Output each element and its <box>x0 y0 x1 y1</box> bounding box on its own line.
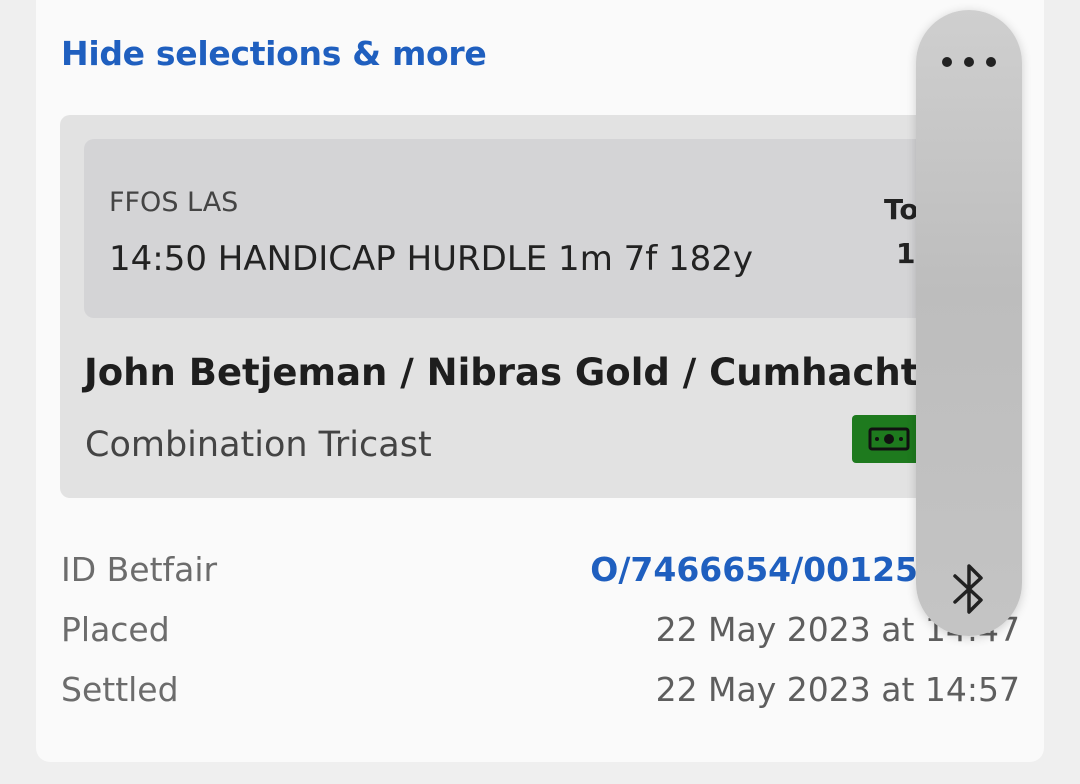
bet-type: Combination Tricast <box>85 425 432 465</box>
race-info-box: FFOS LAS 14:50 HANDICAP HURDLE 1m 7f 182… <box>84 139 940 318</box>
cash-icon <box>868 427 910 451</box>
bet-details-box: FFOS LAS 14:50 HANDICAP HURDLE 1m 7f 182… <box>60 115 940 498</box>
settled-label: Settled <box>61 670 179 709</box>
race-venue: FFOS LAS <box>109 187 239 218</box>
floating-toolbar[interactable] <box>916 10 1022 636</box>
total-value: 1 <box>896 237 916 270</box>
id-label: ID Betfair <box>61 550 218 589</box>
total-label: To <box>884 193 919 226</box>
race-name: 14:50 HANDICAP HURDLE 1m 7f 182y <box>109 239 754 279</box>
bet-selections: John Betjeman / Nibras Gold / Cumhacht <box>84 351 919 394</box>
bet-id-link[interactable]: O/7466654/00125 <box>590 550 918 589</box>
bluetooth-icon[interactable] <box>949 562 989 616</box>
settled-value: 22 May 2023 at 14:57 <box>655 670 1020 709</box>
more-dots-icon[interactable] <box>940 52 998 72</box>
placed-label: Placed <box>61 610 170 649</box>
hide-selections-link[interactable]: Hide selections & more <box>61 34 487 73</box>
